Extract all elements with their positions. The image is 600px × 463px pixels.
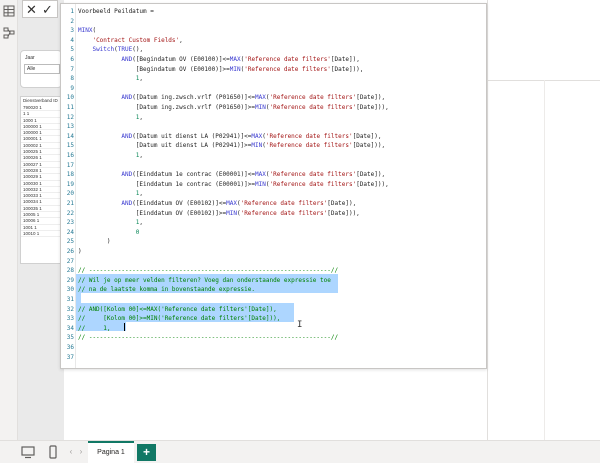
line-number: 8 <box>70 75 74 83</box>
code-line[interactable]: 'Contract Custom Fields', <box>78 36 182 46</box>
line-number: 18 <box>66 171 74 179</box>
prev-page-icon[interactable]: ‹ <box>66 444 76 460</box>
code-line[interactable]: // [Kolom 00]>=MIN('Reference date filte… <box>78 314 280 324</box>
code-line[interactable]: 1, <box>78 113 143 123</box>
code-line[interactable]: ) <box>78 247 82 257</box>
line-number: 35 <box>66 334 74 342</box>
line-number: 37 <box>66 353 74 361</box>
slicer-label: Jaar <box>25 55 35 61</box>
slicer-dropdown[interactable]: Alle <box>24 64 60 74</box>
line-number: 13 <box>66 123 74 131</box>
tab-pagina-1[interactable]: Pagina 1 <box>88 441 134 463</box>
add-page-button[interactable]: + <box>137 444 156 461</box>
code-line[interactable]: // -------------------------------------… <box>78 266 338 276</box>
code-line[interactable]: 1, <box>78 218 143 228</box>
code-line[interactable]: // na de laatste komma in bovenstaande e… <box>78 285 255 295</box>
text-caret <box>124 322 125 331</box>
code-line[interactable]: AND([Begindatum OV (E00100)]<=MAX('Refer… <box>78 55 359 65</box>
code-line[interactable]: AND([Datum uit dienst LA (P02941)]<=MAX(… <box>78 132 381 142</box>
line-number: 36 <box>66 344 74 351</box>
line-number: 7 <box>70 65 74 73</box>
code-line[interactable]: // Wil je op meer velden filteren? Voeg … <box>78 276 331 286</box>
line-number: 32 <box>66 305 74 313</box>
dax-formula-editor[interactable]: 1 Voorbeeld Peildatum = 2 3 MINX(4 'Contract… <box>60 3 487 369</box>
line-number: 22 <box>66 209 74 217</box>
code-line[interactable]: [Begindatum OV (E00100)]>=MIN('Reference… <box>78 65 364 75</box>
cancel-icon[interactable]: ✕ <box>26 1 37 18</box>
line-number: 28 <box>66 267 74 275</box>
employment-table-visual[interactable]: Dienstverband ID 790020 11 1 1000 1 100000… <box>20 96 64 264</box>
line-number: 24 <box>66 228 74 236</box>
line-number: 29 <box>66 276 74 284</box>
line-number: 25 <box>66 238 74 246</box>
line-number: 12 <box>66 113 74 121</box>
code-line[interactable]: [Datum ing.zwsch.vrlf (P01650)]>=MIN('Re… <box>78 103 389 113</box>
left-nav-rail <box>0 0 18 440</box>
line-number: 2 <box>70 17 74 25</box>
table-view-icon[interactable] <box>3 5 15 17</box>
line-number: 9 <box>70 84 74 92</box>
code-line[interactable]: // -------------------------------------… <box>78 333 338 343</box>
table-header: Dienstverband ID <box>23 98 58 103</box>
code-line[interactable]: MINX( <box>78 26 96 36</box>
commit-icon[interactable]: ✓ <box>42 1 53 18</box>
formula-commit-bar: ✕ ✓ <box>22 0 58 18</box>
line-number: 10 <box>66 94 74 102</box>
line-number: 1 <box>70 8 74 15</box>
year-slicer[interactable]: Jaar Alle <box>20 50 62 88</box>
line-number: 5 <box>70 46 74 54</box>
next-page-icon[interactable]: › <box>76 444 86 460</box>
line-number: 30 <box>66 286 74 294</box>
line-number: 34 <box>66 324 74 332</box>
code-line[interactable]: 1, <box>78 74 143 84</box>
mobile-layout-icon[interactable] <box>45 444 61 460</box>
line-number: 19 <box>66 180 74 188</box>
page-tab-bar: ‹ › Pagina 1 + <box>0 440 600 463</box>
table-body: 790020 11 1 1000 1 100000 1 100000 1 100001 … <box>21 105 63 238</box>
code-line[interactable]: [Einddatum 1e contrac (E00001)]>=MIN('Re… <box>78 180 389 190</box>
line-number: 31 <box>66 296 74 303</box>
line-number: 16 <box>66 152 74 159</box>
model-view-icon[interactable] <box>3 27 15 39</box>
line-number: 14 <box>66 132 74 140</box>
code-line[interactable]: Switch(TRUE(), <box>78 45 143 55</box>
code-line[interactable]: AND([Einddatum OV (E00102)]<=MAX('Refere… <box>78 199 356 209</box>
line-number: 27 <box>66 257 74 265</box>
desktop-layout-icon[interactable] <box>20 444 36 460</box>
code-line[interactable]: AND([Datum ing.zwsch.vrlf (P01650)]<=MAX… <box>78 93 385 103</box>
line-number: 23 <box>66 219 74 227</box>
line-number: 3 <box>70 27 74 35</box>
ibeam-cursor-icon: I <box>297 320 303 330</box>
line-number: 11 <box>66 104 74 111</box>
code-line[interactable]: // AND([Kolom 00]<=MAX('Reference date f… <box>78 305 277 315</box>
line-number: 6 <box>70 56 74 63</box>
code-line[interactable]: 1, <box>78 151 143 161</box>
code-line[interactable]: // 1, <box>78 324 111 334</box>
line-number: 17 <box>66 161 74 169</box>
code-line[interactable]: [Datum uit dienst LA (P02941)]>=MIN('Ref… <box>78 141 385 151</box>
code-line[interactable]: 1, <box>78 189 143 199</box>
line-number: 20 <box>66 190 74 198</box>
code-line[interactable]: [Einddatum OV (E00102)]>=MIN('Reference … <box>78 209 360 219</box>
code-line[interactable]: 0 <box>78 228 140 238</box>
code-line[interactable]: Voorbeeld Peildatum = <box>78 7 154 17</box>
line-number: 26 <box>66 248 74 255</box>
right-pane <box>487 0 600 440</box>
table-row: 10010 1 <box>21 231 63 238</box>
line-number: 15 <box>66 142 74 150</box>
line-number: 33 <box>66 315 74 323</box>
line-number: 21 <box>66 200 74 207</box>
code-line[interactable]: ) <box>78 237 111 247</box>
code-line[interactable]: AND([Einddatum 1e contrac (E00001)]<=MAX… <box>78 170 385 180</box>
line-number: 4 <box>70 36 74 44</box>
